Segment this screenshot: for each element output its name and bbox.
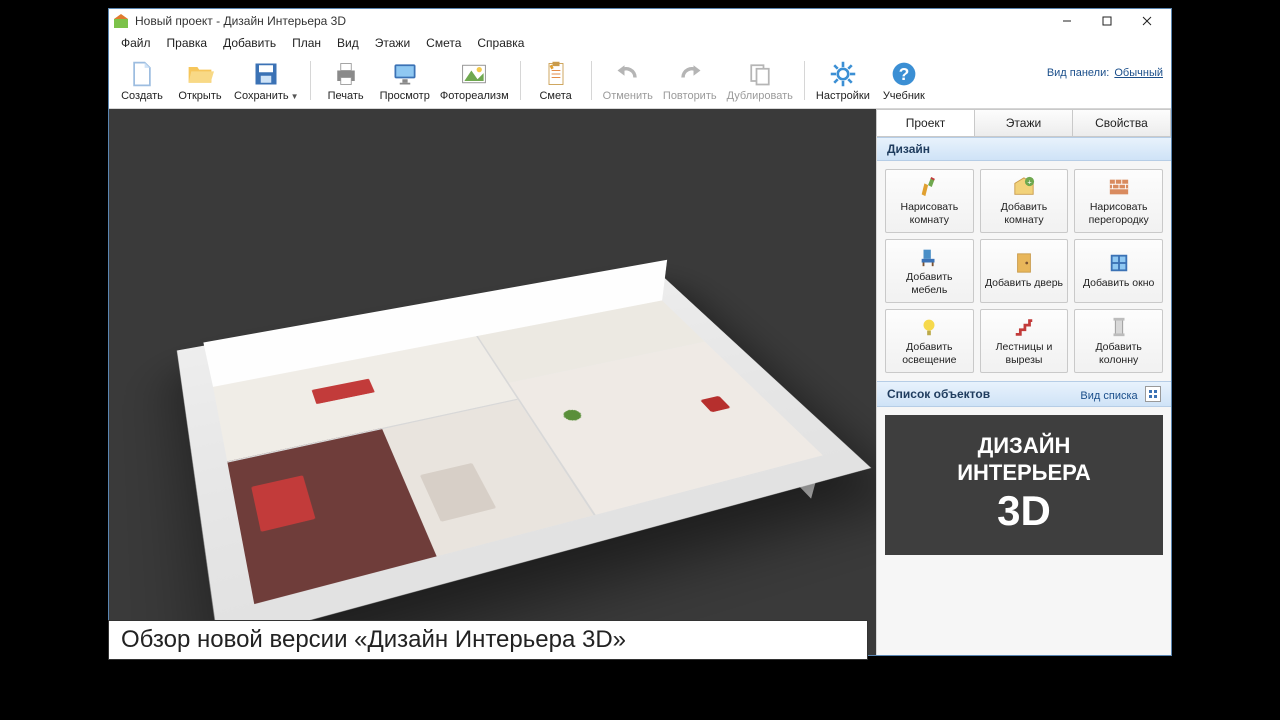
close-button[interactable] bbox=[1127, 9, 1167, 33]
object-list-header: Список объектов Вид списка bbox=[877, 381, 1171, 407]
menu-view[interactable]: Вид bbox=[331, 34, 365, 52]
toolbar-button-label: Повторить bbox=[663, 90, 717, 102]
design-cell-wall[interactable]: Нарисовать перегородку bbox=[1074, 169, 1163, 233]
clipboard-icon bbox=[542, 60, 570, 88]
new-button[interactable]: Создать bbox=[113, 55, 171, 106]
dup-button[interactable]: Дублировать bbox=[722, 55, 798, 106]
design-cell-label: Добавить окно bbox=[1083, 277, 1154, 289]
svg-text:?: ? bbox=[898, 64, 909, 84]
save-button[interactable]: Сохранить▼ bbox=[229, 55, 304, 106]
toolbar-button-label: Фотореализм bbox=[440, 90, 509, 102]
draw-room-icon bbox=[918, 176, 940, 198]
panel-view-link[interactable]: Обычный bbox=[1114, 67, 1163, 79]
print-button[interactable]: Печать bbox=[317, 55, 375, 106]
design-cell-add-room[interactable]: + Добавить комнату bbox=[980, 169, 1069, 233]
toolbar-button-label: Отменить bbox=[603, 90, 653, 102]
logo-panel: ДИЗАЙН ИНТЕРЬЕРА 3D bbox=[885, 415, 1163, 555]
design-cell-chair[interactable]: Добавить мебель bbox=[885, 239, 974, 303]
tab-project[interactable]: Проект bbox=[876, 109, 975, 136]
maximize-button[interactable] bbox=[1087, 9, 1127, 33]
design-cell-column[interactable]: Добавить колонну bbox=[1074, 309, 1163, 373]
menu-edit[interactable]: Правка bbox=[161, 34, 214, 52]
viewport-3d[interactable] bbox=[109, 109, 876, 655]
printer-icon bbox=[332, 60, 360, 88]
photo-button[interactable]: Фотореализм bbox=[435, 55, 514, 106]
duplicate-icon bbox=[746, 60, 774, 88]
floppy-icon bbox=[252, 60, 280, 88]
menu-estimate[interactable]: Смета bbox=[420, 34, 467, 52]
chevron-down-icon: ▼ bbox=[291, 92, 299, 101]
design-cell-label: Нарисовать перегородку bbox=[1077, 201, 1160, 225]
toolbar-button-label: Учебник bbox=[883, 90, 925, 102]
app-icon bbox=[113, 13, 129, 29]
settings-button[interactable]: Настройки bbox=[811, 55, 875, 106]
menubar: Файл Правка Добавить План Вид Этажи Смет… bbox=[109, 33, 1171, 53]
column-icon bbox=[1108, 316, 1130, 338]
wall-icon bbox=[1108, 176, 1130, 198]
gear-icon bbox=[829, 60, 857, 88]
design-cell-label: Добавить освещение bbox=[888, 341, 971, 365]
monitor-icon bbox=[391, 60, 419, 88]
window-icon bbox=[1108, 252, 1130, 274]
menu-file[interactable]: Файл bbox=[115, 34, 157, 52]
menu-plan[interactable]: План bbox=[286, 34, 327, 52]
design-cell-draw-room[interactable]: Нарисовать комнату bbox=[885, 169, 974, 233]
design-cell-label: Добавить дверь bbox=[985, 277, 1063, 289]
undo-icon bbox=[614, 60, 642, 88]
menu-floors[interactable]: Этажи bbox=[369, 34, 416, 52]
redo-icon bbox=[676, 60, 704, 88]
design-cell-stairs[interactable]: Лестницы и вырезы bbox=[980, 309, 1069, 373]
tab-properties[interactable]: Свойства bbox=[1072, 109, 1171, 136]
toolbar: Создать Открыть Сохранить▼ Печать Просмотр Фо… bbox=[109, 53, 1171, 109]
toolbar-button-label: Дублировать bbox=[727, 90, 793, 102]
photo-icon bbox=[460, 60, 488, 88]
toolbar-button-label: Просмотр bbox=[380, 90, 430, 102]
design-cell-label: Добавить колонну bbox=[1077, 341, 1160, 365]
design-cell-window[interactable]: Добавить окно bbox=[1074, 239, 1163, 303]
minimize-button[interactable] bbox=[1047, 9, 1087, 33]
file-new-icon bbox=[128, 60, 156, 88]
view-button[interactable]: Просмотр bbox=[375, 55, 435, 106]
tab-floors[interactable]: Этажи bbox=[974, 109, 1073, 136]
design-cell-label: Добавить мебель bbox=[888, 271, 971, 295]
redo-button[interactable]: Повторить bbox=[658, 55, 722, 106]
design-section-header: Дизайн bbox=[877, 137, 1171, 161]
chair-icon bbox=[918, 246, 940, 268]
toolbar-button-label: Смета bbox=[539, 90, 571, 102]
design-cell-label: Лестницы и вырезы bbox=[983, 341, 1066, 365]
add-room-icon: + bbox=[1013, 176, 1035, 198]
app-window: Новый проект - Дизайн Интерьера 3D Файл … bbox=[108, 8, 1172, 656]
video-caption: Обзор новой версии «Дизайн Интерьера 3D» bbox=[108, 620, 868, 660]
folder-open-icon bbox=[186, 60, 214, 88]
undo-button[interactable]: Отменить bbox=[598, 55, 658, 106]
design-grid: Нарисовать комнату + Добавить комнату Нарис… bbox=[877, 161, 1171, 381]
toolbar-button-label: Настройки bbox=[816, 90, 870, 102]
side-panel: Проект Этажи Свойства Дизайн Нарисовать … bbox=[876, 109, 1171, 655]
panel-view-label: Вид панели: Обычный bbox=[1047, 67, 1163, 79]
design-cell-light[interactable]: Добавить освещение bbox=[885, 309, 974, 373]
toolbar-button-label: Сохранить▼ bbox=[234, 90, 299, 102]
help-icon: ? bbox=[890, 60, 918, 88]
toolbar-button-label: Печать bbox=[328, 90, 364, 102]
light-icon bbox=[918, 316, 940, 338]
titlebar: Новый проект - Дизайн Интерьера 3D bbox=[109, 9, 1171, 33]
svg-text:+: + bbox=[1027, 178, 1031, 187]
content-area: Проект Этажи Свойства Дизайн Нарисовать … bbox=[109, 109, 1171, 655]
menu-help[interactable]: Справка bbox=[471, 34, 530, 52]
door-icon bbox=[1013, 252, 1035, 274]
estimate-button[interactable]: Смета bbox=[527, 55, 585, 106]
toolbar-button-label: Создать bbox=[121, 90, 163, 102]
stairs-icon bbox=[1013, 316, 1035, 338]
menu-add[interactable]: Добавить bbox=[217, 34, 282, 52]
toolbar-button-label: Открыть bbox=[178, 90, 221, 102]
design-cell-door[interactable]: Добавить дверь bbox=[980, 239, 1069, 303]
help-button[interactable]: ? Учебник bbox=[875, 55, 933, 106]
list-view-link[interactable]: Вид списка bbox=[1080, 390, 1137, 402]
list-view-icon[interactable] bbox=[1145, 386, 1161, 402]
design-cell-label: Нарисовать комнату bbox=[888, 201, 971, 225]
window-title: Новый проект - Дизайн Интерьера 3D bbox=[135, 14, 1047, 28]
open-button[interactable]: Открыть bbox=[171, 55, 229, 106]
design-cell-label: Добавить комнату bbox=[983, 201, 1066, 225]
